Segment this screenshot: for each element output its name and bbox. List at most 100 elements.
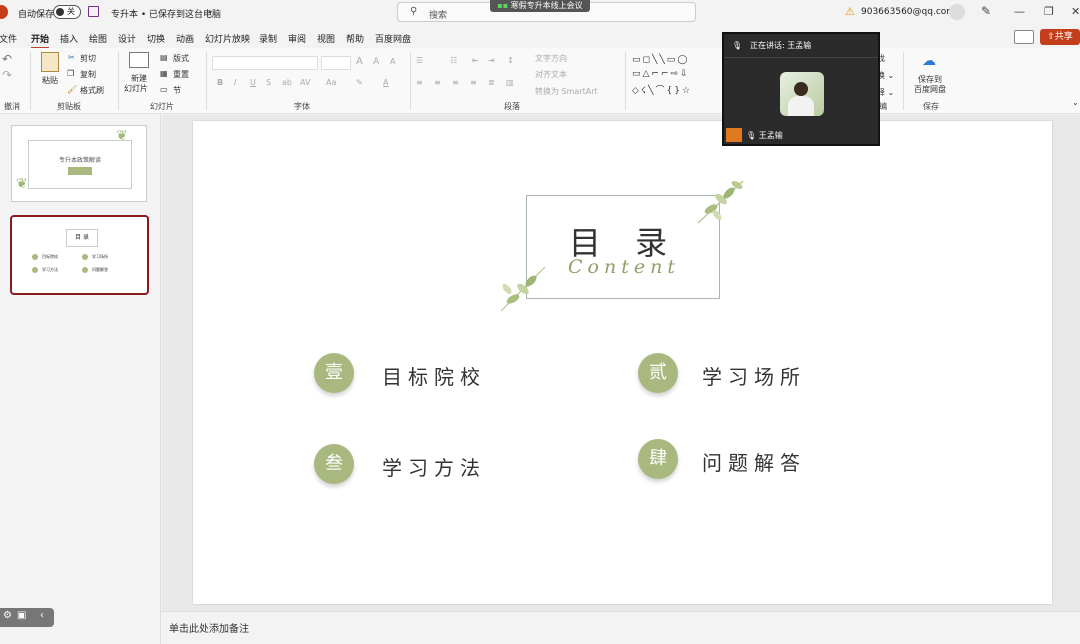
align-left-icon[interactable]: ≡ xyxy=(416,78,423,87)
shapes-gallery-icon[interactable]: ▭△⌐⌐⇨⇩ xyxy=(632,69,690,79)
tab-animations[interactable]: 动画 xyxy=(176,32,194,45)
tab-home[interactable]: 开始 xyxy=(31,32,50,49)
grow-font-icon[interactable]: A xyxy=(356,56,363,67)
cut-label[interactable]: 剪切 xyxy=(80,53,96,64)
strikethrough-icon[interactable]: S xyxy=(266,78,271,87)
shadow-icon[interactable]: ab xyxy=(282,78,292,87)
section-icon[interactable]: ▭ xyxy=(160,85,168,94)
toc-title-frame[interactable]: 目 录 Content xyxy=(526,195,720,299)
char-spacing-icon[interactable]: AV xyxy=(300,78,310,87)
toc-item-label[interactable]: 目标院校 xyxy=(382,361,486,390)
slide-canvas[interactable]: 目 录 Content 壹 目标院校 贰 学习场所 叁 学习方法 肆 问题解答 xyxy=(162,115,1080,611)
tab-record[interactable]: 录制 xyxy=(259,32,277,45)
highlight-icon[interactable]: ✎ xyxy=(356,78,363,87)
item-number-badge[interactable]: 肆 xyxy=(638,439,678,479)
columns-icon[interactable]: ▥ xyxy=(506,78,514,87)
settings-icon[interactable]: ⚙ xyxy=(3,610,12,621)
bullets-icon[interactable]: ☰ xyxy=(416,56,423,65)
minimize-button[interactable]: — xyxy=(1014,5,1025,18)
format-painter-label[interactable]: 格式刷 xyxy=(80,85,104,96)
smartart-label[interactable]: 转换为 SmartArt xyxy=(535,86,598,97)
avatar[interactable] xyxy=(949,4,965,20)
baidu-cloud-icon[interactable]: ☁ xyxy=(922,53,936,69)
document-title[interactable]: 专升本 • 已保存到这台电脑 xyxy=(111,7,221,20)
meeting-banner[interactable]: ▪▪ 寒假专升本线上会议 xyxy=(490,0,590,12)
item-number-badge[interactable]: 壹 xyxy=(314,353,354,393)
font-family-select[interactable] xyxy=(212,56,318,70)
reset-icon[interactable]: ▦ xyxy=(160,69,168,78)
close-button[interactable]: ✕ xyxy=(1071,5,1080,18)
toc-item-label[interactable]: 问题解答 xyxy=(702,447,806,476)
paste-icon[interactable] xyxy=(41,52,59,72)
item-number-badge[interactable]: 贰 xyxy=(638,353,678,393)
tab-baidu[interactable]: 百度网盘 xyxy=(375,32,411,45)
bold-icon[interactable]: B xyxy=(217,78,223,87)
restore-button[interactable]: ❐ xyxy=(1044,5,1054,18)
meeting-toolbar[interactable]: ⚙ ▣ ‹ xyxy=(0,608,54,627)
clear-format-icon[interactable]: A xyxy=(390,57,395,66)
account-email[interactable]: 903663560@qq.com xyxy=(861,7,955,17)
cut-icon[interactable]: ✂ xyxy=(68,53,75,62)
collapse-ribbon-icon[interactable]: ⌄ xyxy=(1072,98,1079,107)
warning-icon[interactable]: ⚠ xyxy=(845,5,855,18)
collapse-icon[interactable]: ‹ xyxy=(40,610,44,621)
shapes-gallery-icon[interactable]: ◇☇╲⌒{}☆ xyxy=(632,83,692,96)
distributed-icon[interactable]: ≣ xyxy=(488,78,495,87)
italic-icon[interactable]: I xyxy=(234,78,236,87)
item-number-badge[interactable]: 叁 xyxy=(314,444,354,484)
numbering-icon[interactable]: ☷ xyxy=(450,56,457,65)
copy-icon[interactable]: ❐ xyxy=(67,69,74,78)
share-button[interactable]: ⇧共享 xyxy=(1040,29,1080,45)
text-direction-label[interactable]: 文字方向 xyxy=(535,53,567,64)
section-label[interactable]: 节 xyxy=(173,85,181,96)
tab-file[interactable]: 文件 xyxy=(0,32,17,45)
save-icon[interactable] xyxy=(88,6,99,17)
slide-subtitle[interactable]: Content xyxy=(527,256,721,278)
tab-help[interactable]: 帮助 xyxy=(346,32,364,45)
font-color-icon[interactable]: A xyxy=(383,78,388,87)
current-slide[interactable]: 目 录 Content 壹 目标院校 贰 学习场所 叁 学习方法 肆 问题解答 xyxy=(193,121,1052,604)
reset-label[interactable]: 重置 xyxy=(173,69,189,80)
tab-insert[interactable]: 插入 xyxy=(60,32,78,45)
slide-thumbnail-pane[interactable]: 专升本政策解读 ❦ ❦ 目 录 目标院校 学习场所 学习方法 问题解答 xyxy=(0,115,161,644)
tab-view[interactable]: 视图 xyxy=(317,32,335,45)
chat-icon[interactable]: ▣ xyxy=(17,610,26,621)
format-painter-icon[interactable]: 🖌 xyxy=(67,85,77,94)
line-spacing-icon[interactable]: ↕ xyxy=(507,56,514,65)
increase-indent-icon[interactable]: ⇥ xyxy=(488,56,495,65)
justify-icon[interactable]: ≡ xyxy=(470,78,477,87)
align-center-icon[interactable]: ≡ xyxy=(434,78,441,87)
chevron-down-icon[interactable]: ⌄ xyxy=(207,6,214,15)
toc-item-label[interactable]: 学习场所 xyxy=(702,361,806,390)
slide-thumbnail-2[interactable]: 目 录 目标院校 学习场所 学习方法 问题解答 xyxy=(10,215,149,295)
shapes-gallery-icon[interactable]: ▭◻╲╲▭◯ xyxy=(632,55,689,65)
tab-design[interactable]: 设计 xyxy=(118,32,136,45)
notes-pane[interactable]: 单击此处添加备注 xyxy=(162,611,1080,644)
pen-icon[interactable]: ✎ xyxy=(981,4,991,18)
undo-icon[interactable]: ↶ xyxy=(2,52,12,66)
tab-slideshow[interactable]: 幻灯片放映 xyxy=(205,32,250,45)
notes-placeholder[interactable]: 单击此处添加备注 xyxy=(169,620,249,635)
copy-label[interactable]: 复制 xyxy=(80,69,96,80)
comment-icon[interactable] xyxy=(1014,30,1034,44)
redo-icon[interactable]: ↷ xyxy=(2,68,12,82)
decrease-indent-icon[interactable]: ⇤ xyxy=(472,56,479,65)
underline-icon[interactable]: U xyxy=(250,78,256,87)
slide-thumbnail-1[interactable]: 专升本政策解读 ❦ ❦ xyxy=(11,125,147,202)
toc-item-label[interactable]: 学习方法 xyxy=(382,452,486,481)
change-case-icon[interactable]: Aa xyxy=(326,78,336,87)
tab-review[interactable]: 审阅 xyxy=(288,32,306,45)
shrink-font-icon[interactable]: A xyxy=(373,57,379,67)
paste-label[interactable]: 粘贴 xyxy=(42,75,58,86)
tab-transitions[interactable]: 切换 xyxy=(147,32,165,45)
save-to-baidu-label2[interactable]: 百度网盘 xyxy=(914,84,946,95)
layout-label[interactable]: 版式 xyxy=(173,53,189,64)
autosave-toggle[interactable]: 关 xyxy=(53,5,81,19)
video-call-panel[interactable]: 🎙 正在讲话: 王孟输 🎙 王孟输 xyxy=(722,32,880,146)
tab-draw[interactable]: 绘图 xyxy=(89,32,107,45)
font-size-select[interactable] xyxy=(321,56,351,70)
new-slide-label2[interactable]: 幻灯片 xyxy=(124,83,148,94)
new-slide-icon[interactable] xyxy=(129,52,149,68)
align-right-icon[interactable]: ≡ xyxy=(452,78,459,87)
align-text-label[interactable]: 对齐文本 xyxy=(535,69,567,80)
